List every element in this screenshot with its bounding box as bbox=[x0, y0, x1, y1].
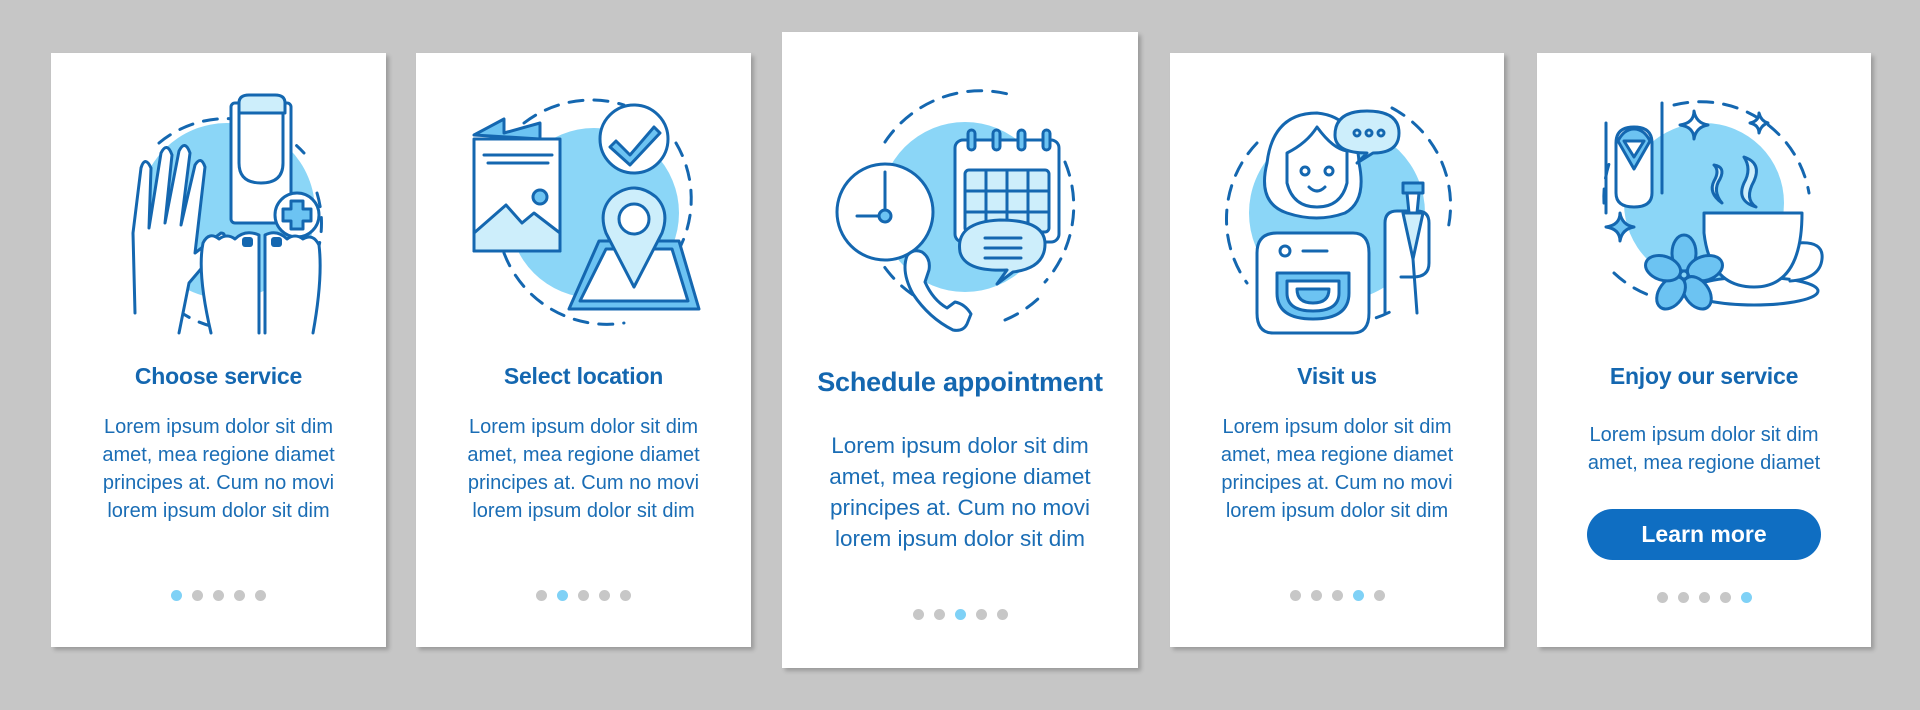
pagination-dot-1[interactable] bbox=[1289, 590, 1301, 601]
pagination-dot-3[interactable] bbox=[1698, 592, 1710, 603]
pagination-dot-5[interactable] bbox=[996, 609, 1008, 620]
pagination-dot-4[interactable] bbox=[1352, 590, 1364, 601]
card-description: Lorem ipsum dolor sit dim amet, mea regi… bbox=[1220, 416, 1454, 522]
pagination-dot-2[interactable] bbox=[557, 590, 568, 601]
pagination-dot-1[interactable] bbox=[912, 609, 924, 620]
pagination-dot-2[interactable] bbox=[192, 590, 203, 601]
pagination-dot-5[interactable] bbox=[255, 590, 266, 601]
card-title: Select location bbox=[503, 363, 664, 389]
onboarding-card-select-location: Select location Lorem ipsum dolor sit di… bbox=[416, 53, 751, 647]
salon-visit-icon bbox=[1170, 83, 1504, 343]
card-title: Schedule appointment bbox=[817, 367, 1103, 397]
pagination-dot-3[interactable] bbox=[954, 609, 966, 620]
pagination-dot-4[interactable] bbox=[599, 590, 610, 601]
pagination-dots bbox=[1537, 592, 1871, 603]
onboarding-card-enjoy-service: Enjoy our service Lorem ipsum dolor sit … bbox=[1537, 53, 1871, 647]
pagination-dots bbox=[416, 590, 751, 601]
pagination-dot-2[interactable] bbox=[933, 609, 945, 620]
onboarding-card-choose-service: Choose service Lorem ipsum dolor sit dim… bbox=[51, 53, 386, 647]
pagination-dot-2[interactable] bbox=[1677, 592, 1689, 603]
card-title: Enjoy our service bbox=[1609, 363, 1799, 389]
pagination-dot-5[interactable] bbox=[1373, 590, 1385, 601]
pagination-dots bbox=[1170, 590, 1504, 601]
card-description: Lorem ipsum dolor sit dim amet, mea regi… bbox=[829, 433, 1091, 551]
pagination-dot-3[interactable] bbox=[1331, 590, 1343, 601]
pagination-dot-4[interactable] bbox=[234, 590, 245, 601]
pagination-dot-2[interactable] bbox=[1310, 590, 1322, 601]
pagination-dot-1[interactable] bbox=[171, 590, 182, 601]
schedule-calendar-icon bbox=[782, 72, 1138, 332]
learn-more-button[interactable]: Learn more bbox=[1587, 509, 1821, 560]
card-description: Lorem ipsum dolor sit dim amet, mea regi… bbox=[102, 416, 335, 522]
manicure-pedicure-icon bbox=[51, 83, 386, 343]
pagination-dots bbox=[51, 590, 386, 601]
onboarding-card-schedule-appointment: Schedule appointment Lorem ipsum dolor s… bbox=[782, 32, 1138, 668]
pagination-dot-4[interactable] bbox=[1719, 592, 1731, 603]
relax-tea-icon bbox=[1537, 83, 1871, 333]
pagination-dot-3[interactable] bbox=[213, 590, 224, 601]
onboarding-card-visit-us: Visit us Lorem ipsum dolor sit dim amet,… bbox=[1170, 53, 1504, 647]
pagination-dot-3[interactable] bbox=[578, 590, 589, 601]
pagination-dots bbox=[782, 609, 1138, 620]
pagination-dot-5[interactable] bbox=[1740, 592, 1752, 603]
pagination-dot-1[interactable] bbox=[1656, 592, 1668, 603]
location-map-icon bbox=[416, 83, 751, 343]
pagination-dot-1[interactable] bbox=[536, 590, 547, 601]
card-description: Lorem ipsum dolor sit dim amet, mea regi… bbox=[467, 416, 700, 522]
card-title: Choose service bbox=[134, 363, 303, 389]
pagination-dot-4[interactable] bbox=[975, 609, 987, 620]
card-title: Visit us bbox=[1297, 363, 1377, 389]
pagination-dot-5[interactable] bbox=[620, 590, 631, 601]
card-description: Lorem ipsum dolor sit dim amet, mea regi… bbox=[1587, 424, 1821, 474]
